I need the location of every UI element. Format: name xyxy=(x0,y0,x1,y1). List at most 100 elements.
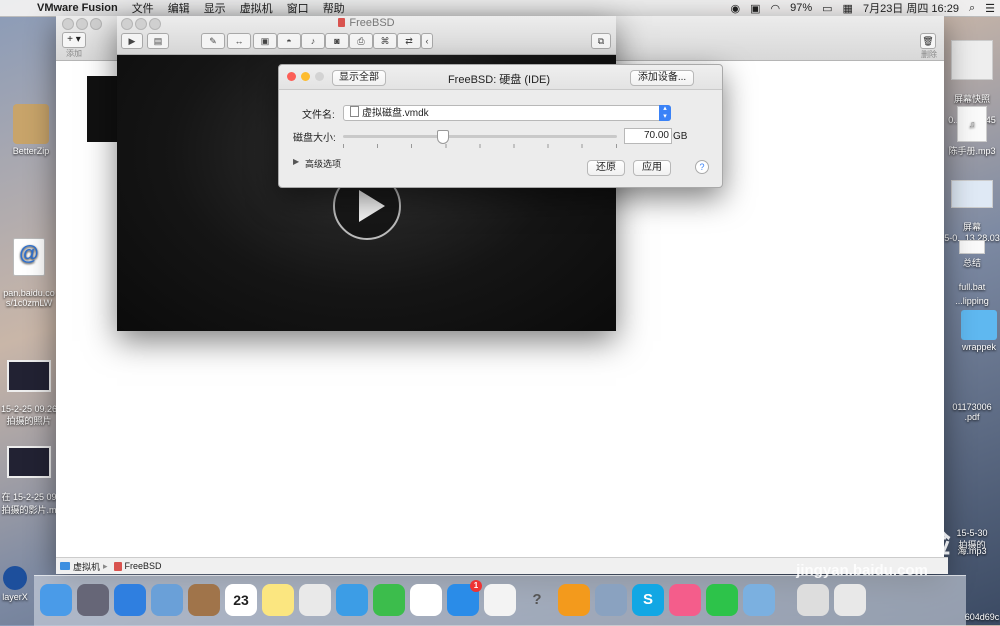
menu-app-name[interactable]: VMware Fusion xyxy=(30,2,125,14)
battery-icon[interactable]: ▭ xyxy=(817,2,837,15)
desktop-item-wrapper[interactable]: wrappek xyxy=(958,310,1000,352)
desktop-item-webloc[interactable]: @ pan.baidu.co s/1c0zmLW xyxy=(0,228,58,308)
close-button[interactable] xyxy=(62,18,74,30)
battery-percent[interactable]: 97% xyxy=(785,2,817,14)
desktop-item-movie[interactable]: 在 15-2-25 09 拍摄的影片.m xyxy=(0,436,58,516)
skype-icon[interactable]: S xyxy=(632,584,664,616)
calendar-icon[interactable]: 23 xyxy=(225,584,257,616)
desktop-item-label: ...lipping xyxy=(955,296,989,306)
desktop-item-pdf[interactable]: 01173006 .pdf xyxy=(944,392,1000,422)
network-icon[interactable]: ↔ xyxy=(227,33,251,49)
network-utility-icon[interactable] xyxy=(595,584,627,616)
menu-help[interactable]: 帮助 xyxy=(316,0,352,16)
menu-vm[interactable]: 虚拟机 xyxy=(233,0,280,16)
vm-icon xyxy=(113,561,122,571)
unity-view-icon[interactable]: ⧉ xyxy=(591,33,611,49)
menu-edit[interactable]: 编辑 xyxy=(161,0,197,16)
disk-size-input[interactable]: 70.00 xyxy=(624,128,672,144)
desktop-item-summary[interactable]: 总结 xyxy=(944,240,1000,269)
zoom-button[interactable] xyxy=(90,18,102,30)
minimize-button[interactable] xyxy=(301,72,310,81)
messages-icon[interactable] xyxy=(336,584,368,616)
show-all-button[interactable]: 显示全部 xyxy=(332,70,386,86)
unknown-app-icon[interactable]: ? xyxy=(521,584,553,616)
desktop-item-mp3-1[interactable]: ♫ 陈手册.mp3 xyxy=(944,106,1000,157)
hard-disk-icon[interactable]: ▣ xyxy=(253,33,277,49)
select-arrows-icon: ▴ ▾ xyxy=(659,105,671,121)
printer-icon[interactable]: ⎙ xyxy=(349,33,373,49)
path-freebsd[interactable]: FreeBSD xyxy=(125,561,162,571)
desktop-item-layerx[interactable]: layerX xyxy=(0,566,30,602)
wifi-icon[interactable]: ◠ xyxy=(766,2,786,15)
search-icon[interactable]: ⌕ xyxy=(964,2,980,15)
sound-icon[interactable]: ♪ xyxy=(301,33,325,49)
vmware-status-icon[interactable]: ▣ xyxy=(745,2,765,15)
delete-vm-button[interactable]: 🗑 xyxy=(920,33,936,49)
wechat-icon[interactable] xyxy=(706,584,738,616)
desktop-item-screenshot-2[interactable]: 屏幕 5-0...13.28.03 xyxy=(944,170,1000,243)
apply-button[interactable]: 应用 xyxy=(633,160,671,176)
preview-icon[interactable] xyxy=(299,584,331,616)
desktop-item-label: pan.baidu.co s/1c0zmLW xyxy=(3,288,55,308)
desktop-item-bat[interactable]: full.bat xyxy=(944,282,1000,292)
input-method-icon[interactable]: ▦ xyxy=(838,2,858,15)
more-chevron-icon[interactable]: ‹ xyxy=(421,33,433,49)
ibooks-icon[interactable] xyxy=(558,584,590,616)
finder-icon[interactable] xyxy=(40,584,72,616)
vm-thumbnail[interactable] xyxy=(87,76,117,142)
play-button[interactable]: ▶ xyxy=(121,33,143,49)
disk-size-unit: GB xyxy=(673,131,688,142)
desktop-item-label: BetterZip xyxy=(12,146,50,156)
trash-icon[interactable] xyxy=(834,584,866,616)
contacts-icon[interactable] xyxy=(188,584,220,616)
add-label: 添加 xyxy=(66,49,82,58)
menu-file[interactable]: 文件 xyxy=(125,0,161,16)
revert-button[interactable]: 还原 xyxy=(587,160,625,176)
path-vms[interactable]: 虚拟机 xyxy=(73,560,100,573)
snapshot-button[interactable]: ▤ xyxy=(147,33,169,49)
add-device-button[interactable]: 添加设备... xyxy=(630,70,694,86)
slider-knob[interactable] xyxy=(436,130,449,144)
file-name-value: 虚拟磁盘.vmdk xyxy=(362,108,429,119)
disk-size-slider[interactable] xyxy=(343,130,617,144)
notification-center-icon[interactable]: ☰ xyxy=(980,2,1000,15)
desktop-item-hash[interactable]: 604d69c xyxy=(964,612,1000,622)
vm-toolbar: FreeBSD ▶ ▤ ✎ ↔ ▣ ◓ ♪ ◙ ⎙ ⌘ ⇄ ‹ ⧉ xyxy=(117,16,616,55)
minimize-button[interactable] xyxy=(76,18,88,30)
add-vm-button[interactable]: + ▾ xyxy=(62,32,86,48)
delete-label: 删除 xyxy=(921,50,937,59)
close-button[interactable] xyxy=(287,72,296,81)
zoom-button[interactable] xyxy=(315,72,324,81)
sharing-icon[interactable]: ⇄ xyxy=(397,33,421,49)
mail-icon[interactable] xyxy=(151,584,183,616)
safari-icon[interactable] xyxy=(114,584,146,616)
dock-separator xyxy=(780,584,792,616)
clock[interactable]: 7月23日 周四 16:29 xyxy=(858,0,964,16)
cdrom-icon[interactable]: ◓ xyxy=(277,33,301,49)
desktop-item-clipping[interactable]: ...lipping xyxy=(944,296,1000,306)
document-icon xyxy=(959,240,985,254)
menu-window[interactable]: 窗口 xyxy=(280,0,316,16)
status-app-icon[interactable]: ◉ xyxy=(725,2,745,15)
kindle-icon[interactable] xyxy=(484,584,516,616)
downloads-stack-icon[interactable] xyxy=(797,584,829,616)
desktop-item-betterzip[interactable]: BetterZip xyxy=(4,104,58,156)
facetime-icon[interactable] xyxy=(373,584,405,616)
camera-icon[interactable]: ◙ xyxy=(325,33,349,49)
vm-icon xyxy=(338,18,346,27)
desktop-item-photo[interactable]: 15-2-25 09.26 拍摄的照片 xyxy=(0,350,58,427)
menu-view[interactable]: 显示 xyxy=(197,0,233,16)
notes-icon[interactable] xyxy=(262,584,294,616)
help-button[interactable]: ? xyxy=(695,160,709,174)
vmware-fusion-icon[interactable] xyxy=(743,584,775,616)
usb-icon[interactable]: ⌘ xyxy=(373,33,397,49)
photos-icon[interactable] xyxy=(410,584,442,616)
launchpad-icon[interactable] xyxy=(77,584,109,616)
disclosure-triangle-icon[interactable]: ▶ xyxy=(293,157,299,166)
advanced-options[interactable]: 高级选项 xyxy=(305,157,341,170)
settings-wrench-icon[interactable]: ✎ xyxy=(201,33,225,49)
app-store-icon[interactable]: 1 xyxy=(447,580,482,616)
file-name-select[interactable]: 虚拟磁盘.vmdk ▴ ▾ xyxy=(343,105,671,121)
itunes-icon[interactable] xyxy=(669,584,701,616)
disk-size-label: 磁盘大小: xyxy=(293,133,336,144)
